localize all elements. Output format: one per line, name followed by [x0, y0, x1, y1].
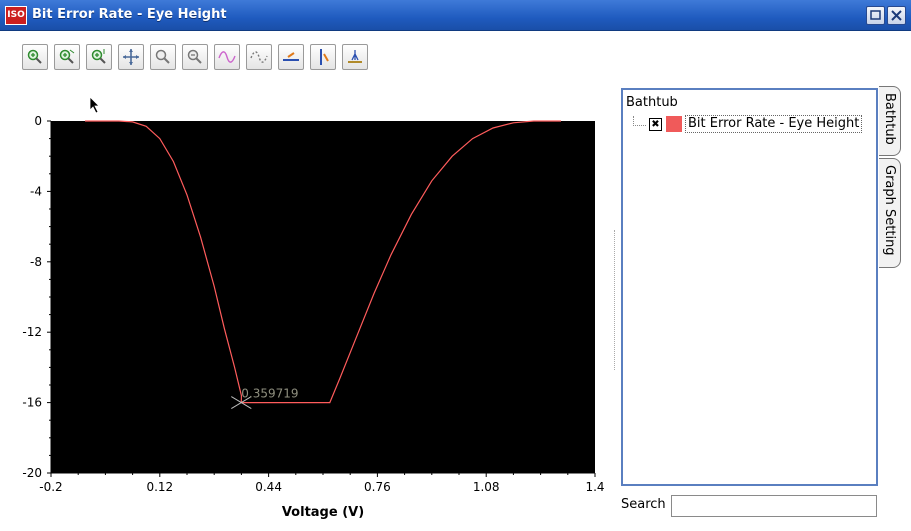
- close-button[interactable]: [887, 6, 906, 25]
- zoom-box-button[interactable]: [150, 44, 176, 70]
- y-tick-label: -12: [22, 325, 42, 339]
- pan-button[interactable]: [118, 44, 144, 70]
- x-tick-label: -0.2: [39, 480, 62, 494]
- tab-bathtub-label: Bathtub: [882, 93, 897, 145]
- search-label: Search: [621, 497, 666, 512]
- peak-marker-button[interactable]: [342, 44, 368, 70]
- zoom-out-button[interactable]: [182, 44, 208, 70]
- vertical-marker-icon: [320, 49, 329, 65]
- y-tick-label: -8: [30, 255, 42, 269]
- dotted-curve-button[interactable]: [246, 44, 272, 70]
- vertical-marker-button[interactable]: [310, 44, 336, 70]
- zoom-in-icon: [27, 49, 42, 64]
- marker-value-label: 0.359719: [241, 387, 298, 401]
- tab-graph-setting-label: Graph Setting: [882, 165, 897, 256]
- y-axis: 0 -4 -8 -12 -16 -20: [22, 114, 52, 480]
- panel-header: Bathtub: [626, 95, 678, 110]
- x-axis-label: Voltage (V): [282, 505, 364, 520]
- x-tick-label: 0.76: [364, 480, 391, 494]
- app-icon: ISO: [5, 6, 27, 25]
- zoom-in-button[interactable]: [22, 44, 48, 70]
- curve-icon: [218, 51, 236, 63]
- peak-marker-icon: [348, 50, 362, 63]
- tab-bathtub[interactable]: Bathtub: [879, 86, 901, 156]
- close-icon: [891, 10, 902, 21]
- plot-area[interactable]: [51, 121, 595, 473]
- tree-item[interactable]: ✖ Bit Error Rate - Eye Height: [633, 115, 876, 134]
- horizontal-marker-icon: [283, 52, 299, 61]
- panel-splitter[interactable]: [614, 230, 617, 370]
- search-input[interactable]: [671, 495, 877, 517]
- bathtub-chart[interactable]: 0 -4 -8 -12 -16 -20 -0.2 0.12 0.44 0.76 1.08 1.4 0…: [0, 100, 610, 525]
- tab-graph-setting[interactable]: Graph Setting: [879, 158, 901, 268]
- series-checkbox[interactable]: ✖: [649, 118, 662, 131]
- series-label[interactable]: Bit Error Rate - Eye Height: [685, 115, 863, 133]
- x-tick-label: 0.12: [146, 480, 173, 494]
- zoom-in-x-icon: [59, 49, 75, 64]
- window-title: Bit Error Rate - Eye Height: [32, 7, 227, 22]
- series-color-swatch[interactable]: [666, 116, 682, 132]
- tree-connector: [633, 116, 646, 126]
- y-tick-label: -4: [30, 184, 42, 198]
- dotted-curve-icon: [250, 51, 268, 63]
- zoom-in-x-button[interactable]: [54, 44, 80, 70]
- series-tree-panel: Bathtub ✖ Bit Error Rate - Eye Height: [621, 88, 878, 486]
- horizontal-marker-button[interactable]: [278, 44, 304, 70]
- curve-button[interactable]: [214, 44, 240, 70]
- y-tick-label: 0: [34, 114, 42, 128]
- pan-icon: [123, 49, 139, 65]
- zoom-box-icon: [155, 49, 170, 64]
- restore-icon: [870, 10, 881, 20]
- y-tick-label: -16: [22, 396, 42, 410]
- title-bar: ISO Bit Error Rate - Eye Height: [0, 0, 911, 31]
- x-tick-label: 0.44: [255, 480, 282, 494]
- zoom-in-y-icon: [91, 49, 106, 64]
- y-tick-label: -20: [22, 466, 42, 480]
- x-tick-label: 1.08: [473, 480, 500, 494]
- x-tick-label: 1.4: [585, 480, 604, 494]
- zoom-in-y-button[interactable]: [86, 44, 112, 70]
- restore-button[interactable]: [866, 6, 885, 25]
- zoom-out-icon: [187, 49, 202, 64]
- x-axis: -0.2 0.12 0.44 0.76 1.08 1.4: [39, 472, 605, 494]
